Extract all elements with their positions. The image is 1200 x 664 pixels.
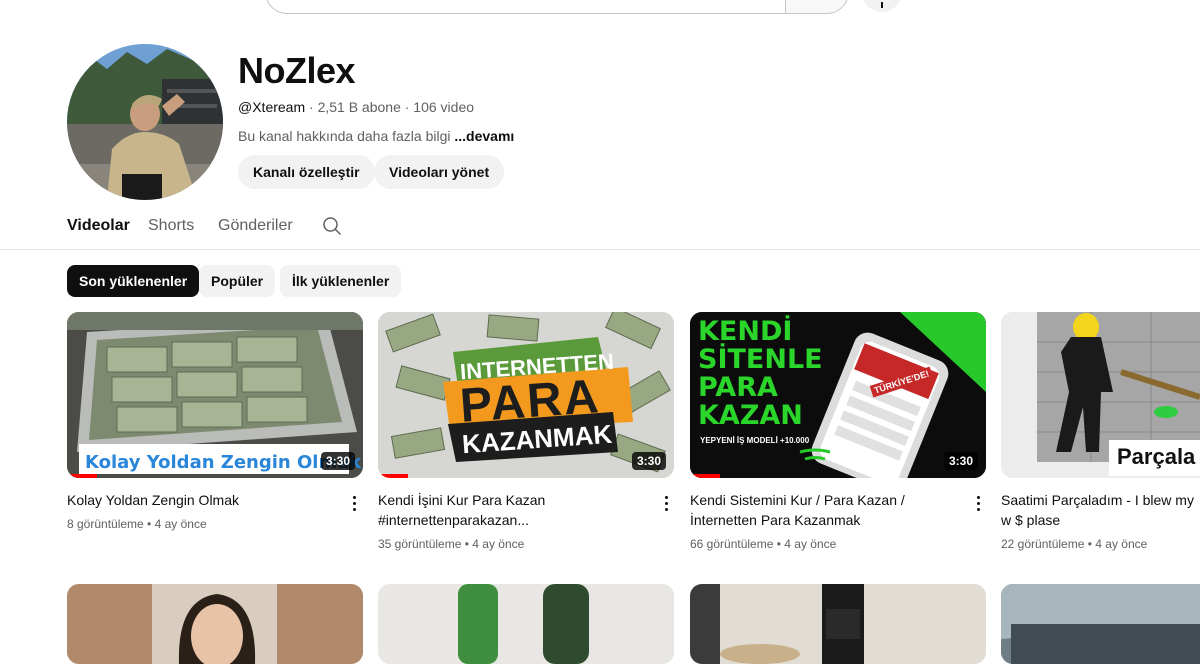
more-link[interactable]: ...devamı: [454, 128, 514, 144]
video-thumbnail[interactable]: Parçala: [1001, 312, 1200, 478]
thumbnail-caption: Parçala: [1109, 440, 1200, 476]
more-options-icon[interactable]: [346, 494, 362, 512]
video-duration: 3:30: [320, 452, 355, 470]
description-text: Bu kanal hakkında daha fazla bilgi: [238, 128, 455, 144]
watch-progress: [690, 474, 720, 478]
video-thumbnail[interactable]: [67, 584, 363, 664]
channel-name: NoZlex: [238, 50, 356, 91]
video-thumbnail[interactable]: [1001, 584, 1200, 664]
thumbnail-image: [378, 584, 674, 664]
thumbnail-caption: KENDİ: [698, 316, 793, 347]
voice-search-button[interactable]: [862, 0, 902, 12]
channel-stats: · 2,51 B abone · 106 video: [305, 99, 475, 115]
customize-channel-button[interactable]: Kanalı özelleştir: [238, 155, 375, 189]
video-duration: 3:30: [943, 452, 978, 470]
channel-avatar[interactable]: [67, 44, 223, 200]
video-stats: 22 görüntüleme • 4 ay önce: [1001, 537, 1148, 551]
channel-handle: @Xteream: [238, 99, 306, 115]
mic-icon: [881, 2, 883, 8]
search-icon: [808, 0, 826, 1]
thumbnail-image: [1001, 584, 1200, 664]
chip-oldest[interactable]: İlk yüklenenler: [280, 265, 402, 297]
thumbnail-caption: PARA: [698, 372, 778, 403]
manage-videos-button[interactable]: Videoları yönet: [374, 155, 505, 189]
channel-description[interactable]: Bu kanal hakkında daha fazla bilgi ...de…: [238, 128, 514, 144]
video-title[interactable]: Saatimi Parçaladım - I blew my w $ plase: [1001, 490, 1200, 530]
video-title[interactable]: Kolay Yoldan Zengin Olmak: [67, 490, 327, 510]
search-button[interactable]: [785, 0, 849, 14]
video-thumbnail[interactable]: INTERNETTEN PARA KAZANMAK 3:30: [378, 312, 674, 478]
tabs-divider: [0, 249, 1200, 250]
watch-progress: [378, 474, 408, 478]
watch-progress: [67, 474, 97, 478]
video-stats: 66 görüntüleme • 4 ay önce: [690, 537, 837, 551]
thumbnail-caption: KAZAN: [698, 400, 803, 431]
channel-meta: @Xteream · 2,51 B abone · 106 video: [238, 99, 474, 115]
thumbnail-caption: Kolay Yoldan Zengin Olmak: [85, 452, 362, 473]
thumbnail-image: [690, 584, 986, 664]
video-thumbnail[interactable]: [690, 584, 986, 664]
more-options-icon[interactable]: [658, 494, 674, 512]
channel-search-button[interactable]: [322, 216, 342, 241]
thumbnail-subcaption: YEPYENİ İŞ MODELİ +10.000: [700, 436, 810, 445]
search-icon: [323, 217, 342, 236]
thumbnail-caption: SİTENLE: [698, 344, 823, 375]
tab-shorts[interactable]: Shorts: [148, 217, 194, 235]
search-input[interactable]: [265, 0, 786, 14]
video-thumbnail[interactable]: [378, 584, 674, 664]
more-options-icon[interactable]: [970, 494, 986, 512]
video-thumbnail[interactable]: Kolay Yoldan Zengin Olmak 3:30: [67, 312, 363, 478]
video-stats: 35 görüntüleme • 4 ay önce: [378, 537, 525, 551]
tab-videos[interactable]: Videolar: [67, 217, 130, 235]
chip-latest[interactable]: Son yüklenenler: [67, 265, 200, 297]
tab-posts[interactable]: Gönderiler: [218, 217, 293, 235]
video-title[interactable]: Kendi Sistemini Kur / Para Kazan / İnter…: [690, 490, 950, 530]
video-duration: 3:30: [631, 452, 666, 470]
video-thumbnail[interactable]: KENDİ SİTENLE PARA KAZAN TÜRKİYE'DE! YEP…: [690, 312, 986, 478]
thumbnail-image: [67, 584, 363, 664]
video-title[interactable]: Kendi İşini Kur Para Kazan #internettenp…: [378, 490, 638, 530]
chip-popular[interactable]: Popüler: [199, 265, 276, 297]
video-stats: 8 görüntüleme • 4 ay önce: [67, 517, 207, 531]
